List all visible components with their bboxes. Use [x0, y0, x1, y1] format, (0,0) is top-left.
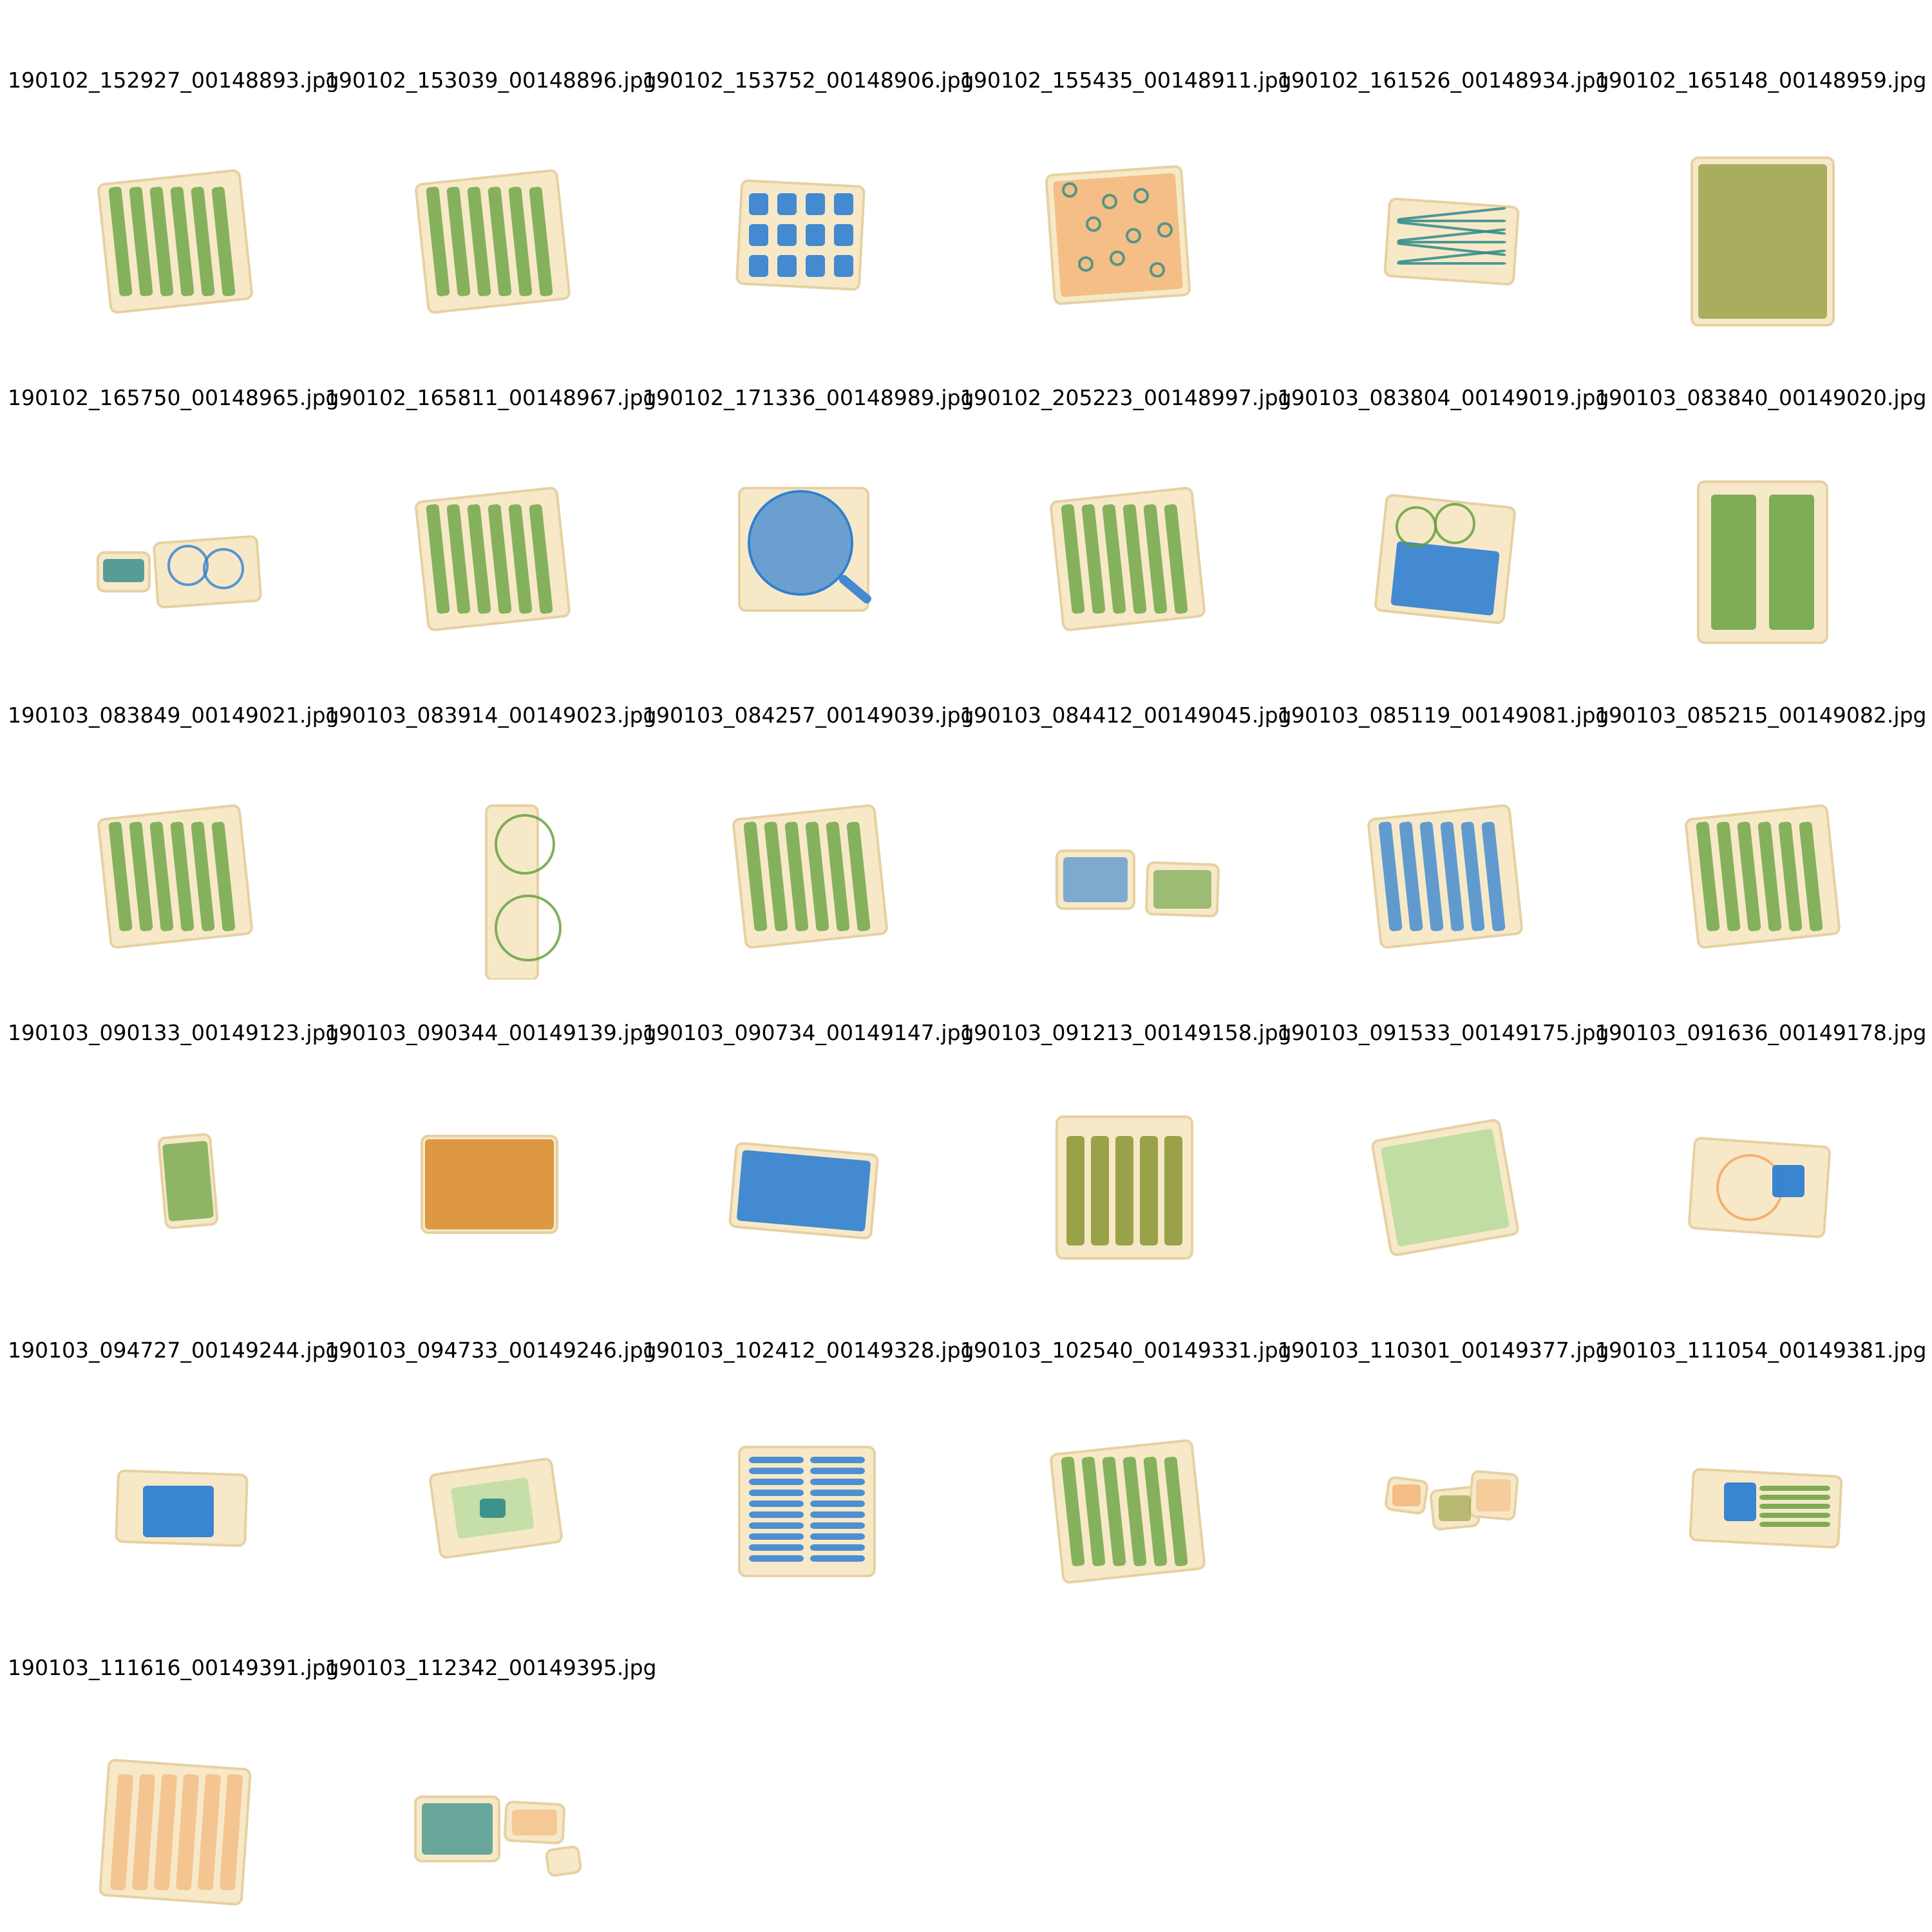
- image-tile: 190102_165750_00148965.jpg: [8, 385, 339, 643]
- image-filename: 190103_090133_00149123.jpg: [8, 1020, 339, 1045]
- xray-bag-tilted-green-icon: [643, 741, 958, 980]
- xray-bag-green-scatter-icon: [8, 741, 323, 980]
- xray-bag-three-small-icon: [1278, 1376, 1593, 1615]
- xray-bag-green-rows-icon: [8, 106, 323, 345]
- image-filename: 190102_161526_00148934.jpg: [1278, 68, 1609, 93]
- image-filename: 190103_083804_00149019.jpg: [1278, 385, 1609, 410]
- xray-bag-blue-box-icon: [8, 1376, 323, 1615]
- xray-bag-green-columns-icon: [960, 424, 1276, 662]
- image-tile: 190103_083849_00149021.jpg: [8, 703, 339, 960]
- xray-bag-blue-square-icon: [1595, 1059, 1911, 1297]
- image-filename: 190103_111616_00149391.jpg: [8, 1655, 339, 1680]
- image-tile: 190102_205223_00148997.jpg: [960, 385, 1291, 643]
- image-tile: 190103_085215_00149082.jpg: [1595, 703, 1926, 960]
- image-filename: 190102_152927_00148893.jpg: [8, 68, 339, 93]
- image-filename: 190103_094733_00149246.jpg: [325, 1338, 657, 1363]
- image-filename: 190103_102540_00149331.jpg: [960, 1338, 1292, 1363]
- image-tile: 190103_091213_00149158.jpg: [960, 1020, 1291, 1278]
- image-tile: 190102_155435_00148911.jpg: [960, 68, 1291, 325]
- image-filename: 190102_165811_00148967.jpg: [325, 385, 657, 410]
- image-tile: 190103_094727_00149244.jpg: [8, 1338, 339, 1595]
- image-filename: 190103_084412_00149045.jpg: [960, 703, 1292, 728]
- image-filename: 190103_085119_00149081.jpg: [1278, 703, 1609, 728]
- image-filename: 190103_083914_00149023.jpg: [325, 703, 657, 728]
- image-filename: 190102_155435_00148911.jpg: [960, 68, 1292, 93]
- image-tile: 190103_091636_00149178.jpg: [1595, 1020, 1926, 1278]
- image-tile: 190103_102412_00149328.jpg: [643, 1338, 974, 1595]
- xray-bag-coils-icon: [8, 424, 323, 662]
- xray-bag-blue-stacks-icon: [643, 1376, 958, 1615]
- image-tile: 190103_085119_00149081.jpg: [1278, 703, 1609, 960]
- image-tile: 190103_083804_00149019.jpg: [1278, 385, 1609, 643]
- xray-bag-olive-dense-icon: [1595, 106, 1911, 345]
- image-filename: 190103_084257_00149039.jpg: [643, 703, 974, 728]
- image-filename: 190102_165750_00148965.jpg: [8, 385, 339, 410]
- image-filename: 190103_090344_00149139.jpg: [325, 1020, 657, 1045]
- image-tile: 190103_090133_00149123.jpg: [8, 1020, 339, 1278]
- image-filename: 190103_090734_00149147.jpg: [643, 1020, 974, 1045]
- image-tile: 190102_153039_00148896.jpg: [325, 68, 656, 325]
- image-tile: 190102_152927_00148893.jpg: [8, 68, 339, 325]
- image-tile: 190103_094733_00149246.jpg: [325, 1338, 656, 1595]
- xray-bag-pale-panel-icon: [1278, 1059, 1593, 1297]
- image-filename: 190102_153039_00148896.jpg: [325, 68, 657, 93]
- xray-bag-green-dense-icon: [325, 424, 641, 662]
- image-filename: 190103_112342_00149395.jpg: [325, 1655, 657, 1680]
- xray-bag-green-stripes-icon: [325, 106, 641, 345]
- image-tile: 190102_165811_00148967.jpg: [325, 385, 656, 643]
- image-filename: 190103_091636_00149178.jpg: [1595, 1020, 1927, 1045]
- image-tile: 190102_153752_00148906.jpg: [643, 68, 974, 325]
- image-tile: 190103_083914_00149023.jpg: [325, 703, 656, 980]
- image-tile: 190103_111616_00149391.jpg: [8, 1655, 339, 1913]
- image-tile: 190103_102540_00149331.jpg: [960, 1338, 1291, 1595]
- xray-bag-cropped-icon: [8, 1059, 323, 1297]
- image-tile: 190103_110301_00149377.jpg: [1278, 1338, 1609, 1595]
- xray-bag-blue-laptop-icon: [643, 1059, 958, 1297]
- image-tile: 190103_084412_00149045.jpg: [960, 703, 1291, 960]
- image-tile: 190102_161526_00148934.jpg: [1278, 68, 1609, 325]
- image-filename: 190103_110301_00149377.jpg: [1278, 1338, 1609, 1363]
- xray-bag-olive-bars-icon: [960, 1059, 1276, 1297]
- xray-bag-two-small-icon: [960, 741, 1276, 980]
- xray-bag-orange-columns-icon: [8, 1694, 323, 1932]
- image-filename: 190103_091213_00149158.jpg: [960, 1020, 1292, 1045]
- image-grid: 190102_152927_00148893.jpg 190102_153039_…: [0, 0, 1932, 1932]
- image-filename: 190103_085215_00149082.jpg: [1595, 703, 1927, 728]
- image-tile: 190103_083840_00149020.jpg: [1595, 385, 1926, 644]
- xray-bag-partial-ovals-icon: [325, 741, 641, 980]
- xray-bag-tilted-rows-icon: [1595, 741, 1911, 980]
- xray-bag-blue-bottles-icon: [643, 106, 958, 345]
- xray-bag-two-columns-icon: [1595, 424, 1911, 662]
- image-tile: 190102_165148_00148959.jpg: [1595, 68, 1926, 327]
- image-filename: 190102_171336_00148989.jpg: [643, 385, 974, 410]
- image-filename: 190102_165148_00148959.jpg: [1595, 68, 1927, 93]
- xray-bag-open-tray-icon: [325, 1376, 641, 1615]
- xray-bag-orange-rings-icon: [960, 106, 1276, 345]
- xray-bag-orange-block-icon: [325, 1059, 641, 1297]
- image-filename: 190103_091533_00149175.jpg: [1278, 1020, 1609, 1045]
- image-filename: 190103_083849_00149021.jpg: [8, 703, 339, 728]
- xray-bag-wires-icon: [1278, 106, 1593, 345]
- image-filename: 190102_205223_00148997.jpg: [960, 385, 1292, 410]
- image-tile: 190103_090734_00149147.jpg: [643, 1020, 974, 1278]
- image-filename: 190103_111054_00149381.jpg: [1595, 1338, 1927, 1363]
- xray-bag-blue-device-icon: [1278, 424, 1593, 662]
- xray-bag-blue-columns-icon: [1278, 741, 1593, 980]
- xray-bag-blue-tool-icon: [1595, 1376, 1911, 1615]
- image-tile: 190103_084257_00149039.jpg: [643, 703, 974, 960]
- image-tile: 190103_091533_00149175.jpg: [1278, 1020, 1609, 1278]
- xray-bag-mixed-small-icon: [325, 1694, 641, 1932]
- image-filename: 190103_094727_00149244.jpg: [8, 1338, 339, 1363]
- xray-bag-green-cables-icon: [960, 1376, 1276, 1615]
- image-tile: 190103_112342_00149395.jpg: [325, 1655, 656, 1913]
- xray-bag-pan-icon: [643, 424, 958, 662]
- image-filename: 190102_153752_00148906.jpg: [643, 68, 974, 93]
- image-tile: 190103_090344_00149139.jpg: [325, 1020, 656, 1278]
- image-filename: 190103_102412_00149328.jpg: [643, 1338, 974, 1363]
- image-tile: 190103_111054_00149381.jpg: [1595, 1338, 1926, 1595]
- image-tile: 190102_171336_00148989.jpg: [643, 385, 974, 643]
- image-filename: 190103_083840_00149020.jpg: [1595, 385, 1927, 410]
